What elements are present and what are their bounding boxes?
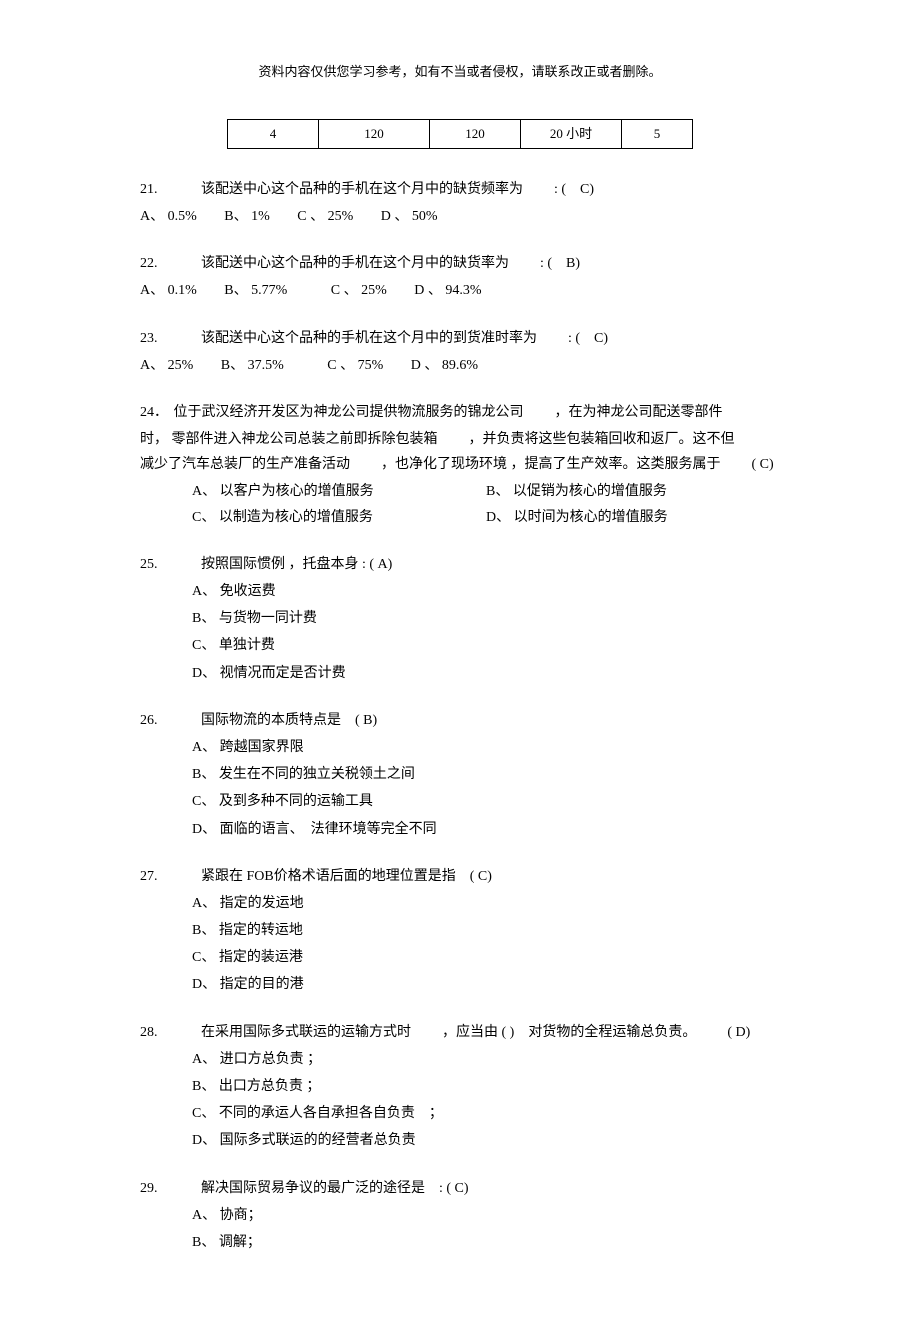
option-a: A、 以客户为核心的增值服务 bbox=[192, 479, 486, 504]
options: A、 0.1% B、 5.77% C 、 25% D 、 94.3% bbox=[140, 278, 780, 303]
question-23: 23. 该配送中心这个品种的手机在这个月中的到货准时率为 : ( C) A、 2… bbox=[140, 326, 780, 378]
question-number: 23. bbox=[140, 326, 170, 351]
option-d: D 、 94.3% bbox=[414, 278, 481, 303]
option-a: A、 协商； bbox=[192, 1203, 780, 1228]
question-number: 21. bbox=[140, 177, 170, 202]
question-stem: 该配送中心这个品种的手机在这个月中的缺货率为 bbox=[201, 256, 509, 271]
option-d: D、 面临的语言、 法律环境等完全不同 bbox=[192, 817, 780, 842]
options: A、 跨越国家界限 B、 发生在不同的独立关税领土之间 C、 及到多种不同的运输… bbox=[192, 735, 780, 842]
option-c: C、 不同的承运人各自承担各自负责 ； bbox=[192, 1101, 780, 1126]
question-answer: ( D) bbox=[727, 1025, 750, 1040]
option-a: A、 免收运费 bbox=[192, 579, 780, 604]
question-stem: 解决国际贸易争议的最广泛的途径是 : ( C) bbox=[201, 1181, 469, 1196]
option-b: B、 37.5% bbox=[221, 353, 284, 378]
option-b: B、 1% bbox=[224, 204, 270, 229]
option-b: B、 与货物一同计费 bbox=[192, 606, 780, 631]
cell-4: 20 小时 bbox=[521, 120, 622, 148]
table-row: 4 120 120 20 小时 5 bbox=[228, 120, 693, 148]
stem-part: ，应当由 ( ) 对货物的全程运输总负责。 bbox=[442, 1025, 696, 1040]
question-number: 28. bbox=[140, 1020, 170, 1045]
options: A、 进口方总负责 ； B、 出口方总负责 ； C、 不同的承运人各自承担各自负… bbox=[192, 1047, 780, 1154]
question-stem: 该配送中心这个品种的手机在这个月中的到货准时率为 bbox=[201, 331, 537, 346]
option-d: D、 指定的目的港 bbox=[192, 972, 780, 997]
stem-part: ，也净化了现场环境 ，提高了生产效率。这类服务属于 bbox=[381, 457, 721, 472]
option-b: B、 发生在不同的独立关税领土之间 bbox=[192, 762, 780, 787]
option-d: D、 视情况而定是否计费 bbox=[192, 661, 780, 686]
data-table: 4 120 120 20 小时 5 bbox=[227, 119, 693, 148]
question-27: 27. 紧跟在 FOB价格术语后面的地理位置是指 ( C) A、 指定的发运地 … bbox=[140, 864, 780, 998]
question-number: 25. bbox=[140, 552, 170, 577]
option-b: B、 指定的转运地 bbox=[192, 918, 780, 943]
question-stem: 国际物流的本质特点是 ( B) bbox=[201, 713, 377, 728]
option-c: C 、 25% bbox=[297, 204, 353, 229]
option-a: A、 25% bbox=[140, 353, 193, 378]
option-c: C、 以制造为核心的增值服务 bbox=[192, 505, 486, 530]
header-note: 资料内容仅供您学习参考，如有不当或者侵权，请联系改正或者删除。 bbox=[140, 60, 780, 83]
options: A、 25% B、 37.5% C 、 75% D 、 89.6% bbox=[140, 353, 780, 378]
question-answer: ( C) bbox=[752, 457, 774, 472]
cell-5: 5 bbox=[622, 120, 693, 148]
options: A、 0.5% B、 1% C 、 25% D 、 50% bbox=[140, 204, 780, 229]
option-c: C 、 25% bbox=[331, 278, 387, 303]
question-number: 24． bbox=[140, 400, 170, 425]
option-a: A、 指定的发运地 bbox=[192, 891, 780, 916]
question-stem: 按照国际惯例 ，托盘本身 : ( A) bbox=[201, 557, 392, 572]
stem-part: 位于武汉经济开发区为神龙公司提供物流服务的锦龙公司 bbox=[174, 405, 524, 420]
option-b: B、 以促销为核心的增值服务 bbox=[486, 479, 780, 504]
question-26: 26. 国际物流的本质特点是 ( B) A、 跨越国家界限 B、 发生在不同的独… bbox=[140, 708, 780, 842]
stem-part: 减少了汽车总装厂的生产准备活动 bbox=[140, 457, 350, 472]
option-d: D、 以时间为核心的增值服务 bbox=[486, 505, 780, 530]
option-a: A、 0.5% bbox=[140, 204, 197, 229]
question-answer: : ( C) bbox=[568, 331, 608, 346]
question-number: 26. bbox=[140, 708, 170, 733]
question-22: 22. 该配送中心这个品种的手机在这个月中的缺货率为 : ( B) A、 0.1… bbox=[140, 251, 780, 303]
stem-part: ，并负责将这些包装箱回收和返厂。这不但 bbox=[469, 432, 735, 447]
option-a: A、 0.1% bbox=[140, 278, 197, 303]
question-answer: : ( C) bbox=[554, 182, 594, 197]
cell-1: 4 bbox=[228, 120, 319, 148]
question-28: 28. 在采用国际多式联运的运输方式时 ，应当由 ( ) 对货物的全程运输总负责… bbox=[140, 1020, 780, 1154]
option-b: B、 5.77% bbox=[224, 278, 287, 303]
options: A、 以客户为核心的增值服务 B、 以促销为核心的增值服务 C、 以制造为核心的… bbox=[192, 479, 780, 529]
question-number: 27. bbox=[140, 864, 170, 889]
option-c: C 、 75% bbox=[327, 353, 383, 378]
stem-part: ，在为神龙公司配送零部件 bbox=[555, 405, 723, 420]
option-c: C、 单独计费 bbox=[192, 633, 780, 658]
cell-2: 120 bbox=[319, 120, 430, 148]
option-b: B、 出口方总负责 ； bbox=[192, 1074, 780, 1099]
options: A、 免收运费 B、 与货物一同计费 C、 单独计费 D、 视情况而定是否计费 bbox=[192, 579, 780, 686]
question-stem: 紧跟在 FOB价格术语后面的地理位置是指 ( C) bbox=[201, 869, 492, 884]
question-21: 21. 该配送中心这个品种的手机在这个月中的缺货频率为 : ( C) A、 0.… bbox=[140, 177, 780, 229]
option-c: C、 指定的装运港 bbox=[192, 945, 780, 970]
question-stem: 该配送中心这个品种的手机在这个月中的缺货频率为 bbox=[201, 182, 523, 197]
stem-part: 在采用国际多式联运的运输方式时 bbox=[201, 1025, 411, 1040]
option-c: C、 及到多种不同的运输工具 bbox=[192, 789, 780, 814]
question-number: 22. bbox=[140, 251, 170, 276]
option-d: D 、 50% bbox=[381, 204, 438, 229]
option-d: D、 国际多式联运的的经营者总负责 bbox=[192, 1128, 780, 1153]
options: A、 指定的发运地 B、 指定的转运地 C、 指定的装运港 D、 指定的目的港 bbox=[192, 891, 780, 998]
question-number: 29. bbox=[140, 1176, 170, 1201]
stem-part: 时， 零部件进入神龙公司总装之前即拆除包装箱 bbox=[140, 432, 438, 447]
question-25: 25. 按照国际惯例 ，托盘本身 : ( A) A、 免收运费 B、 与货物一同… bbox=[140, 552, 780, 686]
question-24: 24． 位于武汉经济开发区为神龙公司提供物流服务的锦龙公司 ，在为神龙公司配送零… bbox=[140, 400, 780, 530]
option-d: D 、 89.6% bbox=[411, 353, 478, 378]
options: A、 协商； B、 调解； bbox=[192, 1203, 780, 1255]
question-answer: : ( B) bbox=[540, 256, 580, 271]
option-a: A、 进口方总负责 ； bbox=[192, 1047, 780, 1072]
cell-3: 120 bbox=[430, 120, 521, 148]
option-b: B、 调解； bbox=[192, 1230, 780, 1255]
option-a: A、 跨越国家界限 bbox=[192, 735, 780, 760]
question-29: 29. 解决国际贸易争议的最广泛的途径是 : ( C) A、 协商； B、 调解… bbox=[140, 1176, 780, 1256]
